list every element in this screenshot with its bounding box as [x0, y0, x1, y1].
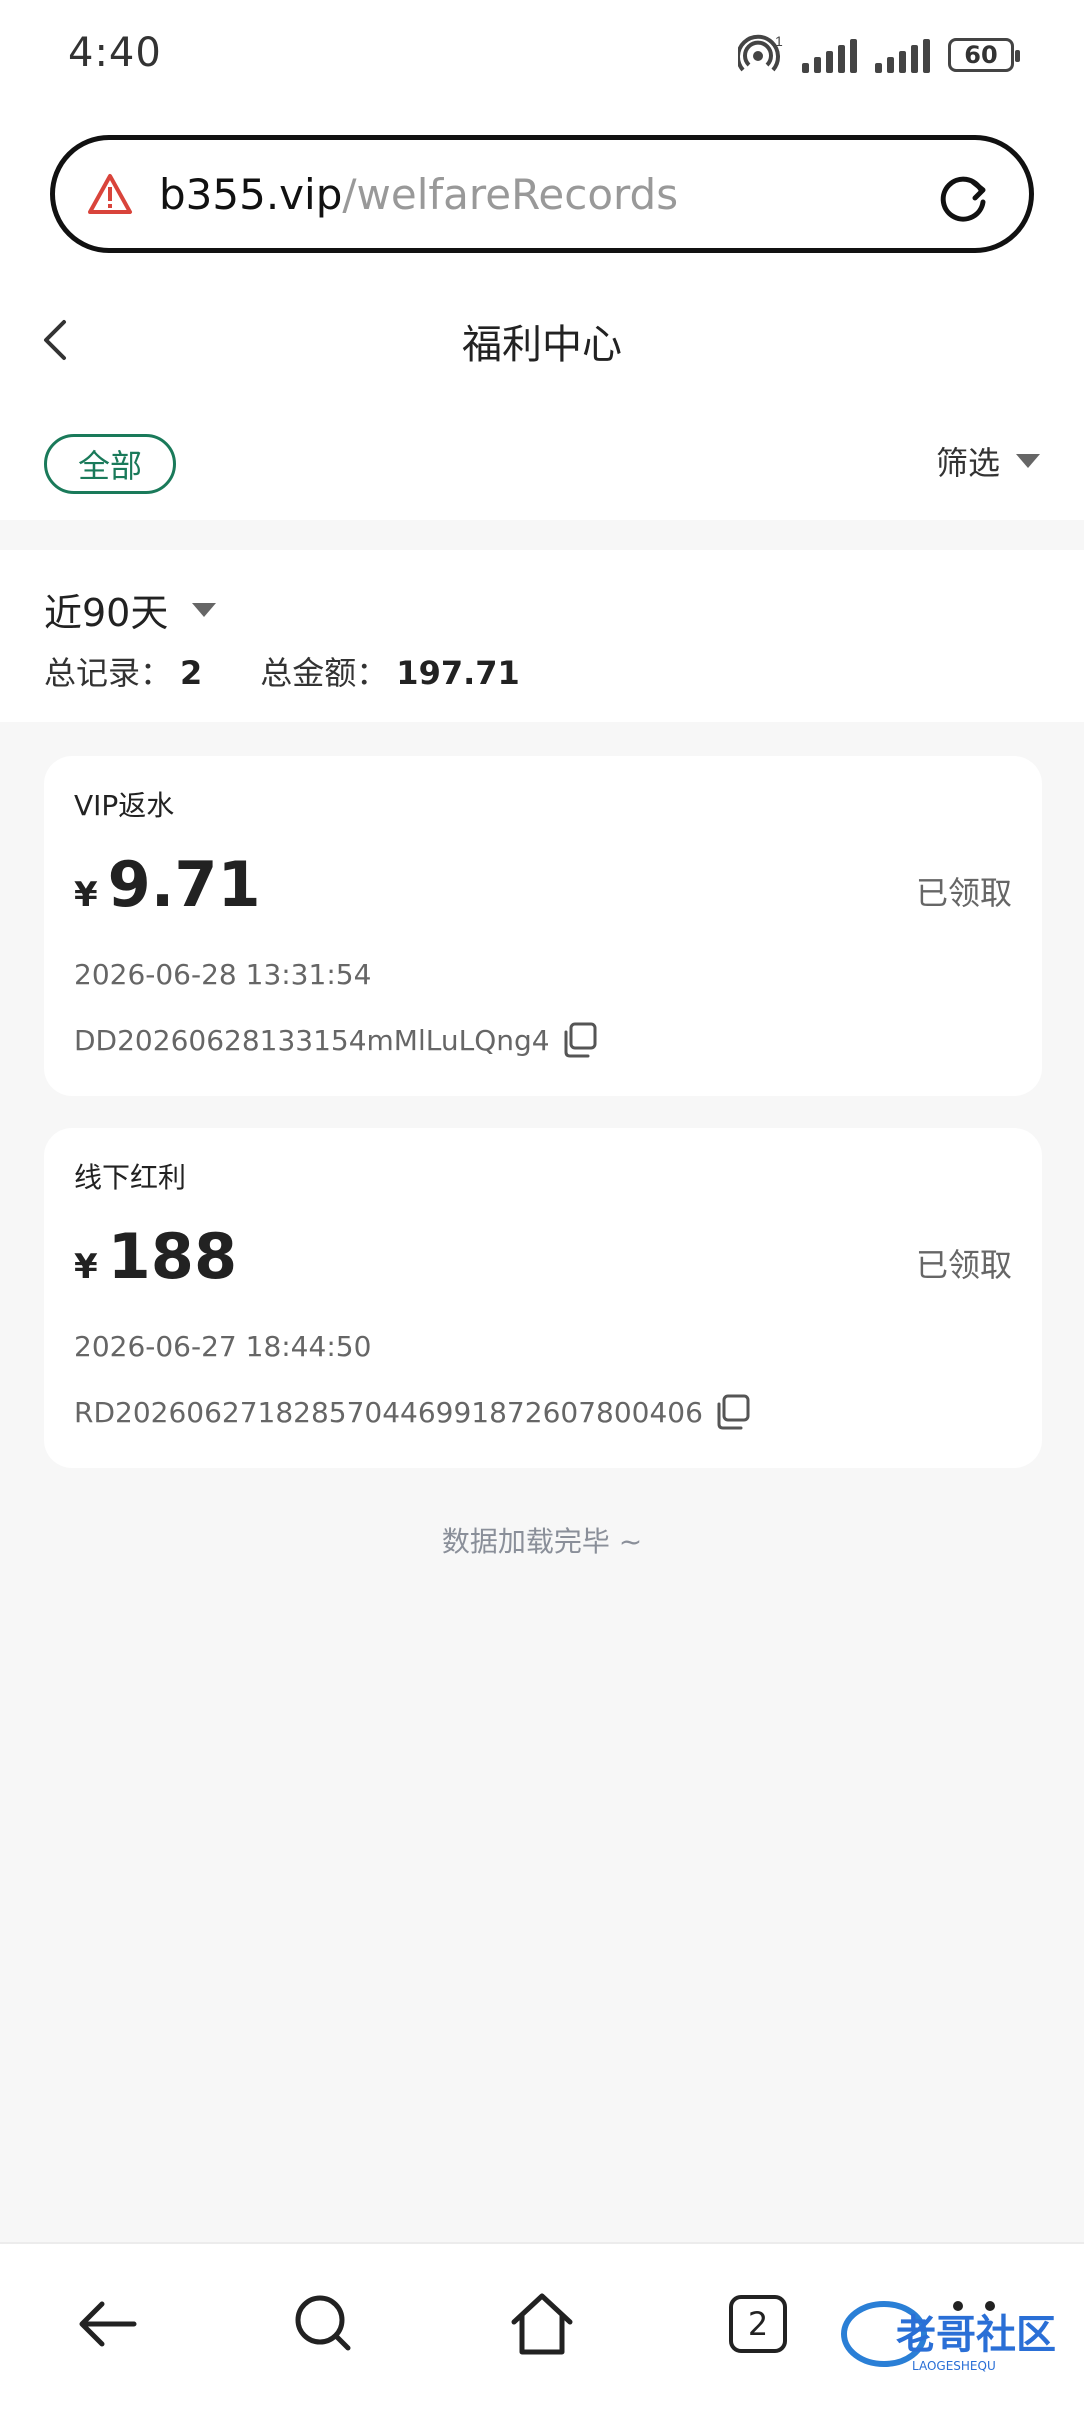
tabs-count-icon: 2 [729, 2295, 787, 2353]
hotspot-icon: 1 [736, 32, 784, 78]
load-complete-text: 数据加载完毕 ~ [441, 1525, 643, 1558]
filter-chip-all[interactable]: 全部 [44, 434, 176, 494]
filter-label: 筛选 [935, 444, 1000, 482]
arrow-left-icon [79, 2301, 137, 2347]
url-path: /welfareRecords [342, 170, 679, 219]
total-records: 总记录： 2 [44, 654, 203, 692]
record-amount: ¥ 188 [74, 1220, 237, 1293]
chevron-down-icon [192, 602, 217, 617]
page-header: 福利中心 [0, 270, 1084, 410]
filter-bar: 全部 筛选 [0, 410, 1084, 520]
summary-panel: 近90天 总记录： 2 总金额： 197.71 [0, 550, 1084, 722]
summary-stats: 总记录： 2 总金额： 197.71 [44, 648, 520, 694]
record-time: 2026-06-27 18:44:50 [74, 1330, 372, 1363]
svg-text:LAOGESHEQU: LAOGESHEQU [912, 2359, 996, 2373]
warning-icon[interactable] [87, 172, 133, 218]
order-id-text: DD20260628133154mMlLuLQng4 [74, 1023, 550, 1057]
browser-bottom-nav: 2 老哥社区 LAOGESHEQU [0, 2242, 1084, 2412]
url-host: b355.vip [159, 170, 343, 219]
record-time: 2026-06-28 13:31:54 [74, 958, 372, 991]
signal-1-icon [802, 37, 857, 73]
home-icon [511, 2293, 573, 2355]
nav-tabs-button[interactable]: 2 [722, 2288, 794, 2360]
svg-text:老哥社区: 老哥社区 [896, 2312, 1056, 2358]
url-text[interactable]: b355.vip/welfareRecords [159, 170, 678, 219]
copy-icon[interactable] [560, 1020, 600, 1060]
browser-toolbar: b355.vip/welfareRecords [0, 120, 1084, 270]
order-id-text: RD202606271828570446991872607800406 [74, 1395, 703, 1429]
battery-icon: 60 [948, 38, 1020, 72]
nav-home-button[interactable] [506, 2288, 578, 2360]
record-status: 已领取 [915, 1246, 1012, 1284]
status-bar: 4:40 1 60 [0, 0, 1084, 120]
currency-symbol: ¥ [74, 875, 98, 915]
copy-icon[interactable] [713, 1392, 753, 1432]
address-bar[interactable]: b355.vip/welfareRecords [50, 135, 1034, 253]
page-title: 福利中心 [462, 322, 622, 368]
chevron-down-icon [1016, 454, 1040, 468]
record-card: 线下红利 ¥ 188 已领取 2026-06-27 18:44:50 RD202… [44, 1128, 1042, 1468]
amount-value: 9.71 [107, 848, 261, 921]
total-amount: 总金额： 197.71 [260, 654, 520, 692]
filter-dropdown[interactable]: 筛选 [936, 438, 1040, 484]
record-order-id: DD20260628133154mMlLuLQng4 [74, 1020, 600, 1060]
nav-back-button[interactable] [72, 2288, 144, 2360]
reload-icon[interactable] [933, 168, 993, 228]
date-range-dropdown[interactable]: 近90天 [44, 582, 217, 637]
record-card: VIP返水 ¥ 9.71 已领取 2026-06-28 13:31:54 DD2… [44, 756, 1042, 1096]
record-amount: ¥ 9.71 [74, 848, 261, 921]
svg-text:1: 1 [775, 33, 783, 49]
battery-level: 60 [964, 41, 998, 69]
signal-2-icon [875, 37, 930, 73]
record-status: 已领取 [915, 874, 1012, 912]
search-icon [295, 2295, 351, 2351]
record-order-id: RD202606271828570446991872607800406 [74, 1392, 753, 1432]
watermark-logo: 老哥社区 LAOGESHEQU [841, 2301, 1056, 2373]
record-type: 线下红利 [74, 1161, 187, 1194]
record-type: VIP返水 [74, 789, 175, 822]
nav-search-button[interactable] [288, 2288, 360, 2360]
currency-symbol: ¥ [74, 1247, 98, 1287]
status-time: 4:40 [68, 30, 162, 76]
date-range-label: 近90天 [44, 591, 169, 635]
status-icons: 1 60 [736, 30, 1020, 80]
amount-value: 188 [107, 1220, 238, 1293]
